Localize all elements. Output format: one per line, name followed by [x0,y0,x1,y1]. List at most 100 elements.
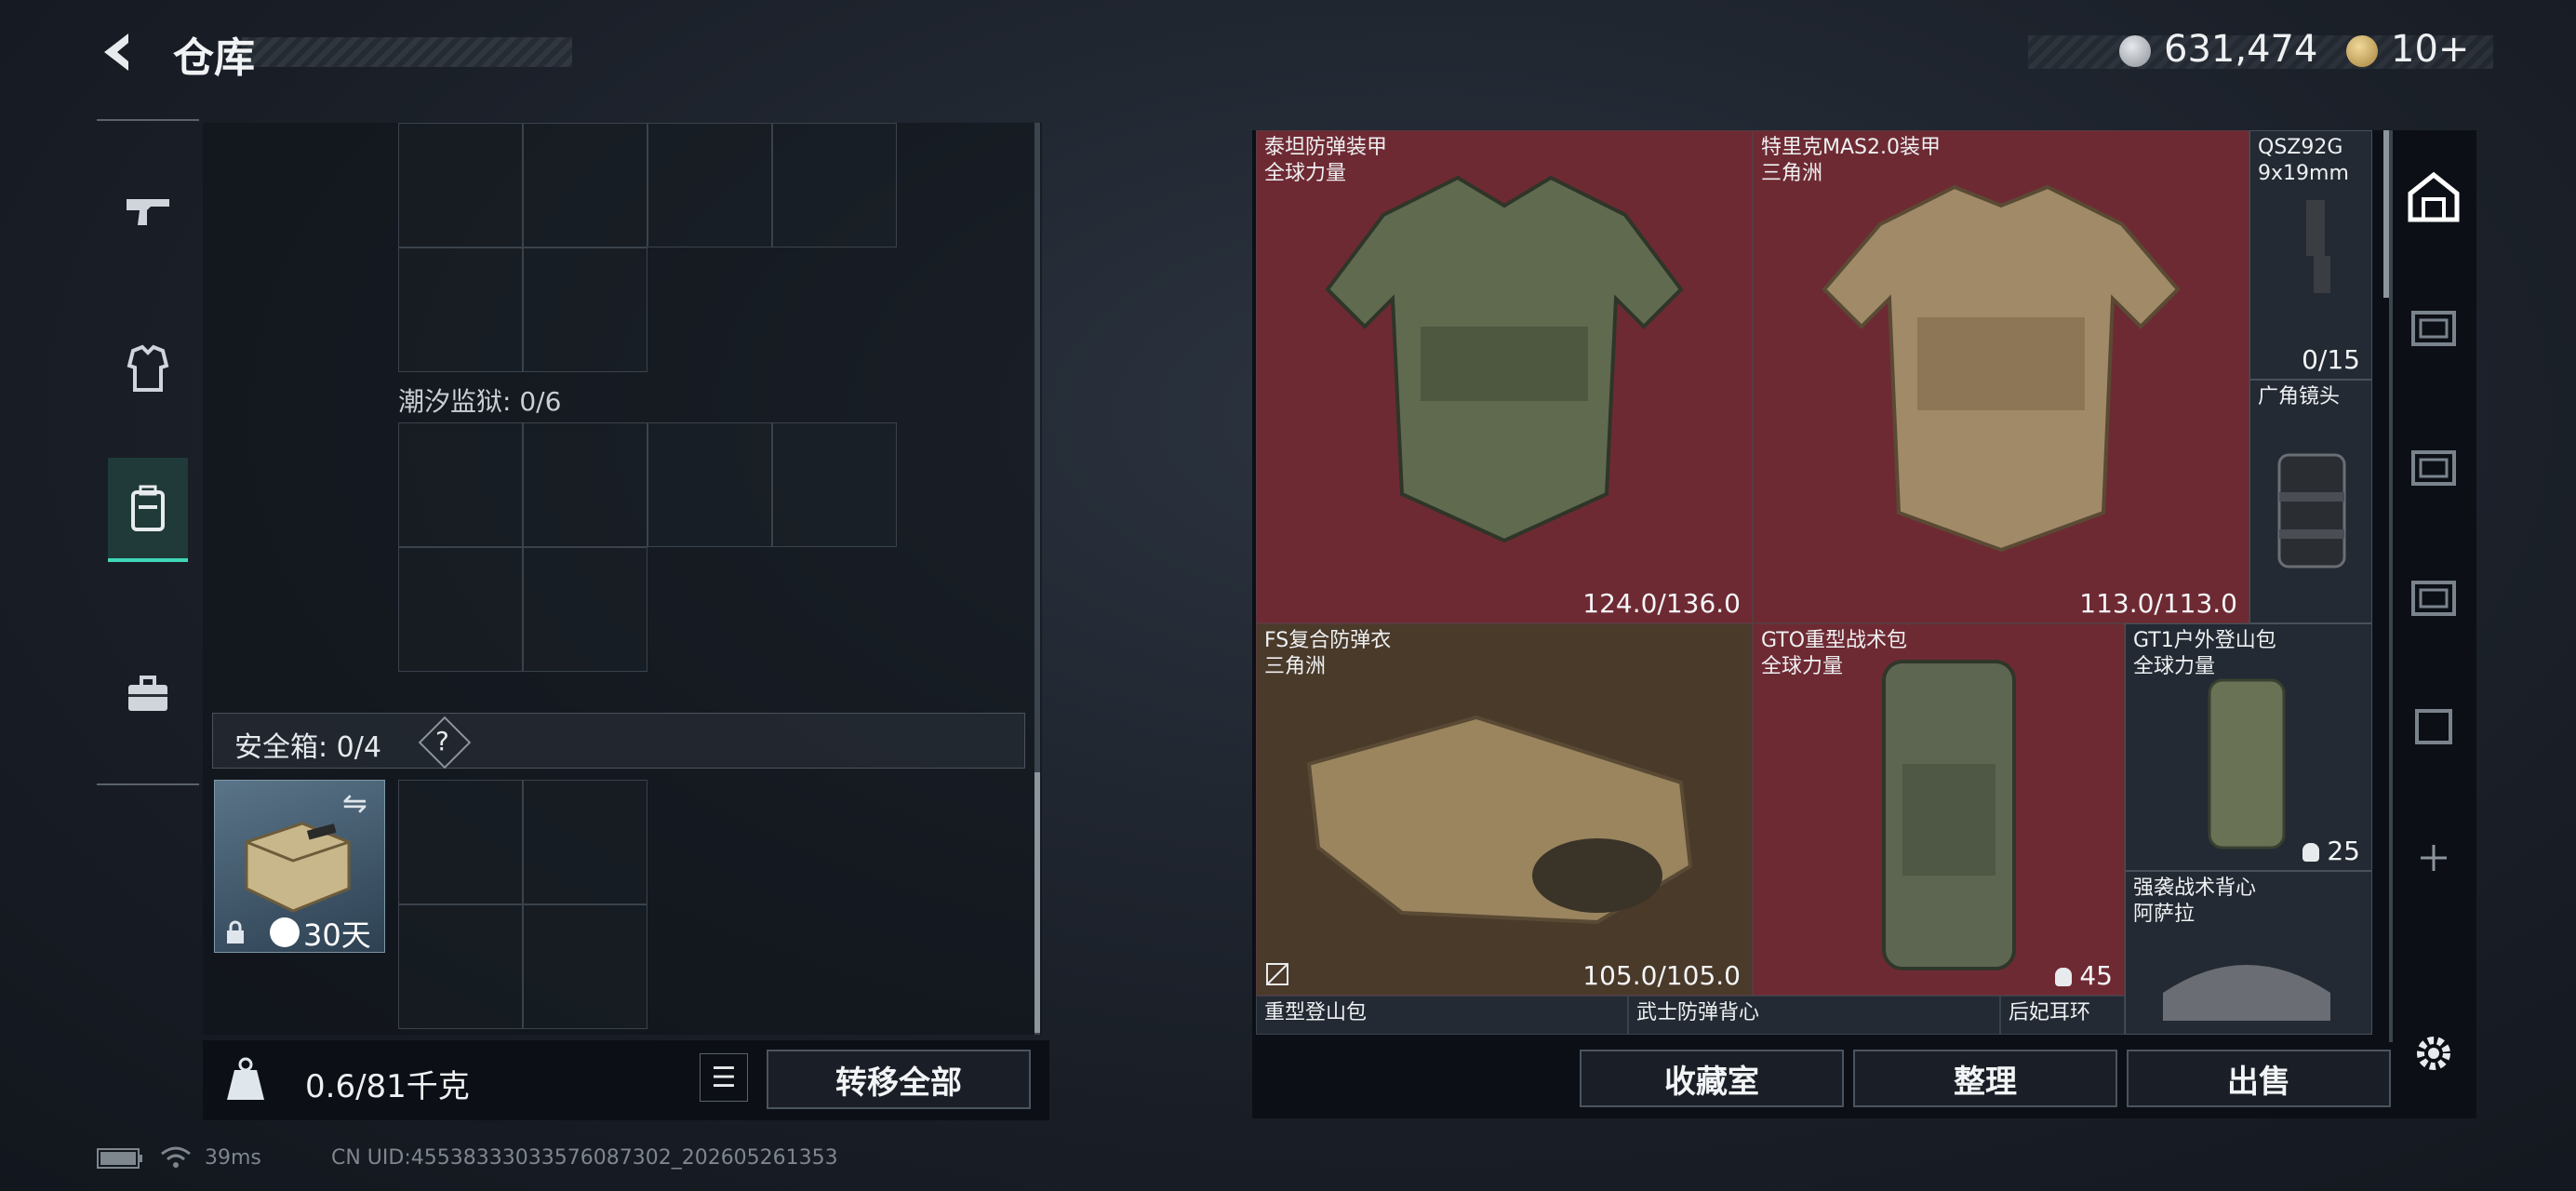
grid-slot[interactable] [398,123,523,248]
item-ammo-count: 0/15 [2302,344,2360,375]
no-insure-icon [1266,963,1288,985]
storage-item[interactable]: 武士防弹背心 [1628,996,2000,1035]
storage-item[interactable]: 广角镜头 [2249,380,2372,623]
item-name: GT1户外登山包 [2133,629,2276,652]
item-caliber: 9x19mm [2258,162,2349,185]
tab-weapons[interactable] [108,158,188,262]
item-name: 强袭战术背心 [2133,877,2257,900]
silver-currency-value: 631,474 [2164,28,2318,71]
assault-vest-icon [2163,965,2330,1021]
storage-item[interactable]: 特里克MAS2.0装甲 三角洲 113.0/113.0 [1753,130,2249,623]
lock-icon [225,919,246,952]
grid-slot[interactable] [398,780,523,904]
grid-slot[interactable] [523,422,647,547]
plus-icon [2421,845,2447,871]
grid-slot[interactable] [523,780,647,904]
right-scrollbar[interactable] [2389,130,2393,1042]
grid-slot[interactable] [772,422,897,547]
armor-icon [127,344,169,392]
storage-item[interactable]: GT1户外登山包 全球力量 25 [2125,623,2372,871]
storage-item[interactable]: 泰坦防弹装甲 全球力量 124.0/136.0 [1256,130,1753,623]
storage-page-5[interactable] [2396,677,2471,770]
grid-slot[interactable] [523,904,647,1029]
item-durability: 124.0/136.0 [1582,588,1741,619]
item-name: FS复合防弹衣 [1264,629,1392,652]
item-faction: 阿萨拉 [2133,903,2196,926]
silver-coin-icon [2119,35,2151,67]
gold-currency-value[interactable]: 10+ [2391,28,2469,71]
page-title: 仓库 [173,34,255,82]
add-storage-button[interactable] [2396,811,2471,904]
item-faction: 全球力量 [1761,655,1844,678]
storage-page-2[interactable] [2396,279,2471,372]
item-name: 广角镜头 [2258,385,2341,408]
gt1-backpack-icon [2208,678,2286,850]
grid-slot[interactable] [772,123,897,248]
left-scroll-thumb[interactable] [1034,772,1040,1033]
warehouse-icon [2408,171,2460,222]
item-capacity: 25 [2327,836,2360,866]
grid-slot[interactable] [647,123,772,248]
storage-page-4[interactable] [2396,549,2471,642]
settings-button[interactable] [2396,1007,2471,1100]
backpack-capacity-icon [2302,843,2320,862]
item-name: 泰坦防弹装甲 [1264,136,1388,159]
grid-slot[interactable] [398,248,523,372]
item-durability: 105.0/105.0 [1582,960,1741,991]
swap-icon[interactable]: ⇋ [342,785,367,821]
grid-slot[interactable] [523,547,647,672]
fs-vest-icon [1306,715,1693,925]
prison-capacity-label: 潮汐监狱: 0/6 [398,386,562,417]
storage-item[interactable]: FS复合防弹衣 三角洲 105.0/105.0 [1256,623,1753,996]
grid-slot[interactable] [523,248,647,372]
battery-icon [97,1148,142,1169]
storage-item[interactable]: QSZ92G 9x19mm 0/15 [2249,130,2372,380]
clock-icon [270,917,300,947]
grid-slot[interactable] [398,422,523,547]
item-name: GTO重型战术包 [1761,629,1908,652]
storage-page-1[interactable] [2396,151,2471,244]
tab-cases[interactable] [108,642,188,746]
back-arrow-icon[interactable] [97,30,141,74]
grid-slot[interactable] [398,547,523,672]
safebox-icon [245,822,351,913]
mas-armor-icon [1822,184,2181,553]
storage-item[interactable]: 重型登山包 [1256,996,1628,1035]
item-name: 重型登山包 [1264,1001,1368,1024]
organize-button[interactable]: 整理 [1853,1050,2117,1107]
safebox-days-remaining: 30天 [303,917,371,953]
gold-coin-icon [2346,35,2378,67]
pistol-icon [2306,200,2330,293]
item-name: 后妃耳环 [2009,1001,2091,1024]
settings-gear-icon [2417,1037,2450,1070]
help-glyph: ? [435,726,449,756]
list-icon[interactable]: ☰ [700,1053,748,1102]
expansion-box-icon [2411,450,2456,486]
storage-page-3[interactable] [2396,419,2471,512]
tab-armor[interactable] [108,316,188,421]
kg-weight-icon [227,1057,264,1100]
grid-slot[interactable] [523,123,647,248]
tab-backpacks[interactable] [108,458,188,562]
wifi-icon [161,1146,191,1168]
right-scroll-thumb[interactable] [2383,130,2389,298]
storage-item[interactable]: 后妃耳环 [2000,996,2125,1035]
item-name: QSZ92G [2258,136,2343,159]
pistol-icon [127,199,169,225]
item-durability: 113.0/113.0 [2079,588,2237,619]
grid-slot[interactable] [398,904,523,1029]
grid-slot[interactable] [647,422,772,547]
title-decoration [242,37,572,67]
item-faction: 三角洲 [1264,655,1327,678]
collection-room-button[interactable]: 收藏室 [1580,1050,1844,1107]
transfer-all-button[interactable]: 转移全部 [767,1050,1031,1109]
storage-item[interactable]: 强袭战术背心 阿萨拉 [2125,871,2372,1035]
briefcase-icon [128,676,167,711]
lens-icon [2277,453,2346,569]
titan-armor-icon [1325,175,1684,543]
expansion-box-icon [2415,709,2452,744]
sell-button[interactable]: 出售 [2127,1050,2391,1107]
storage-item[interactable]: GTO重型战术包 全球力量 45 [1753,623,2125,996]
backpack-capacity-icon [2055,968,2073,986]
ping-readout: 39ms [205,1146,261,1170]
